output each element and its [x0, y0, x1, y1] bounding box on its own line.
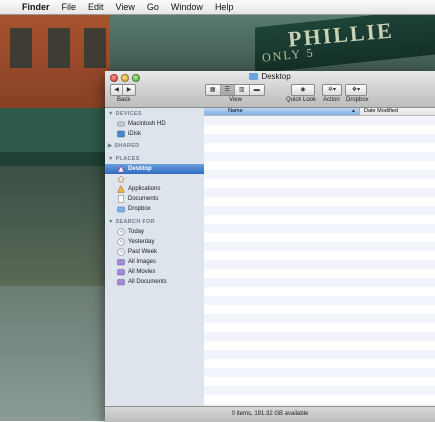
sidebar-item-past-week[interactable]: Past Week	[105, 247, 204, 257]
action-button[interactable]: ✲▾	[322, 84, 342, 96]
sidebar-item-idisk[interactable]: iDisk	[105, 129, 204, 139]
column-header-bar: Name ▲ Date Modified	[204, 108, 435, 116]
back-label: Back	[117, 97, 131, 103]
dropbox-label: Dropbox	[346, 97, 369, 103]
menu-help[interactable]: Help	[209, 2, 240, 12]
folder-icon	[117, 206, 125, 213]
sidebar-item-today[interactable]: Today	[105, 227, 204, 237]
back-arrow-icon[interactable]: ◀	[111, 85, 123, 95]
finder-window: Desktop ◀ ▶ Back ▦ ☰ ▥ ▬ View ◉ Quick Lo…	[105, 71, 435, 422]
sidebar-section-places[interactable]: ▼ PLACES	[108, 156, 140, 162]
wallpaper-shop-window	[0, 166, 110, 286]
sidebar-section-search[interactable]: ▼ SEARCH FOR	[108, 219, 155, 225]
desktop-icon	[117, 165, 125, 173]
sidebar-item-yesterday[interactable]: Yesterday	[105, 237, 204, 247]
menu-bar: Finder File Edit View Go Window Help	[0, 0, 435, 15]
sidebar-item-dropbox[interactable]: Dropbox	[105, 204, 204, 214]
document-icon	[118, 195, 124, 203]
wallpaper-storefront-trim	[0, 152, 110, 166]
coverflow-view-icon[interactable]: ▬	[250, 85, 265, 95]
clock-icon	[117, 238, 125, 246]
sort-ascending-icon: ▲	[351, 108, 356, 114]
wallpaper-storefront-band	[0, 108, 110, 152]
window-titlebar[interactable]: Desktop ◀ ▶ Back ▦ ☰ ▥ ▬ View ◉ Quick Lo…	[105, 71, 435, 108]
menu-go[interactable]: Go	[141, 2, 165, 12]
sidebar-item-documents[interactable]: Documents	[105, 194, 204, 204]
view-mode-control: ▦ ☰ ▥ ▬	[205, 84, 265, 96]
smart-folder-icon	[117, 259, 125, 266]
menu-edit[interactable]: Edit	[82, 2, 110, 12]
view-label: View	[229, 97, 242, 103]
applications-icon	[117, 185, 125, 193]
sidebar-item-home[interactable]	[105, 174, 204, 184]
hard-drive-icon	[117, 121, 125, 127]
list-view-icon[interactable]: ☰	[220, 85, 235, 95]
sidebar-section-shared[interactable]: ▶ SHARED	[108, 143, 139, 149]
dropbox-icon: ❖▾	[351, 87, 361, 93]
forward-arrow-icon[interactable]: ▶	[123, 85, 135, 95]
window-title: Desktop	[105, 72, 435, 81]
sidebar: ▼ DEVICES Macintosh HD iDisk ▶ SHARED ▼ …	[105, 108, 205, 406]
menu-window[interactable]: Window	[165, 2, 209, 12]
folder-icon	[249, 73, 259, 80]
sidebar-item-all-movies[interactable]: All Movies	[105, 267, 204, 277]
menu-view[interactable]: View	[110, 2, 141, 12]
sidebar-item-all-documents[interactable]: All Documents	[105, 277, 204, 287]
sidebar-item-all-images[interactable]: All Images	[105, 257, 204, 267]
gear-icon: ✲▾	[327, 87, 337, 93]
dropbox-button[interactable]: ❖▾	[345, 84, 367, 96]
back-forward-control: ◀ ▶	[110, 84, 136, 96]
menu-finder[interactable]: Finder	[20, 2, 56, 12]
icon-view-icon[interactable]: ▦	[206, 85, 221, 95]
action-label: Action	[323, 97, 340, 103]
quick-look-label: Quick Look	[286, 97, 317, 103]
column-header-name[interactable]: Name ▲	[204, 108, 360, 115]
sidebar-item-applications[interactable]: Applications	[105, 184, 204, 194]
clock-icon	[117, 248, 125, 256]
clock-icon	[117, 228, 125, 236]
sidebar-section-devices[interactable]: ▼ DEVICES	[108, 111, 142, 117]
file-list[interactable]	[204, 116, 435, 406]
smart-folder-icon	[117, 279, 125, 286]
menu-file[interactable]: File	[56, 2, 83, 12]
column-view-icon[interactable]: ▥	[235, 85, 250, 95]
idisk-icon	[117, 130, 125, 138]
status-bar: 0 items, 191.32 GB available	[105, 406, 435, 422]
window-title-text: Desktop	[261, 72, 291, 81]
quick-look-button[interactable]: ◉	[291, 84, 315, 96]
sidebar-item-macintosh-hd[interactable]: Macintosh HD	[105, 119, 204, 129]
wallpaper-street	[0, 286, 110, 421]
home-icon	[117, 175, 125, 183]
column-header-date-modified[interactable]: Date Modified	[364, 108, 398, 114]
sidebar-item-desktop[interactable]: Desktop	[105, 164, 204, 174]
eye-icon: ◉	[300, 87, 306, 93]
smart-folder-icon	[117, 269, 125, 276]
